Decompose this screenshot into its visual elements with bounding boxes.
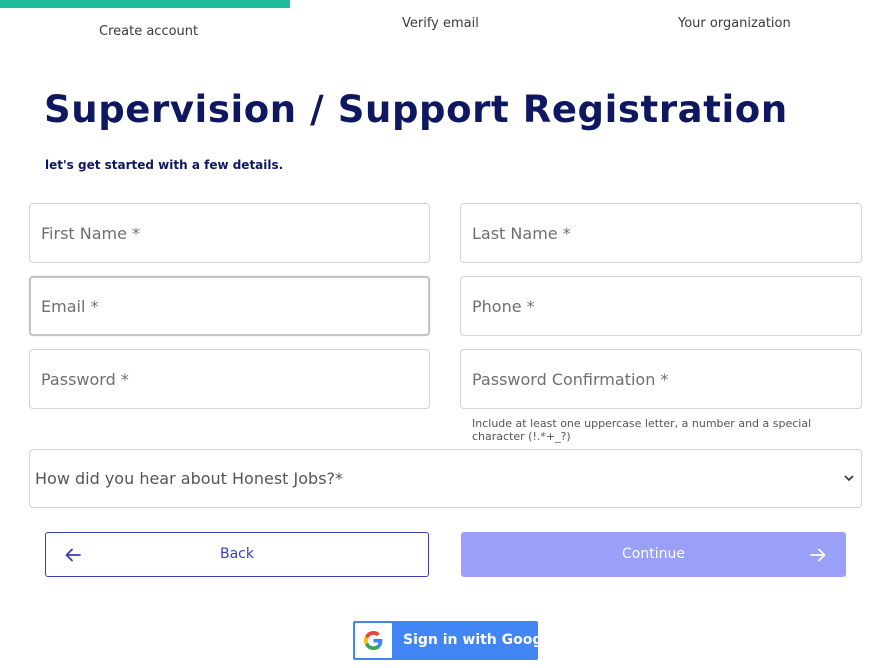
step-your-organization: Your organization — [678, 16, 791, 31]
step-verify-email: Verify email — [402, 16, 479, 31]
page-subtitle: let's get started with a few details. — [45, 158, 284, 172]
email-field[interactable] — [29, 276, 430, 336]
page-title: Supervision / Support Registration — [44, 88, 788, 131]
phone-field[interactable] — [460, 276, 862, 336]
google-logo-icon — [364, 631, 383, 650]
continue-button-label: Continue — [622, 546, 685, 562]
last-name-field[interactable] — [460, 203, 862, 263]
password-hint: Include at least one uppercase letter, a… — [472, 417, 812, 443]
password-field[interactable] — [29, 349, 430, 409]
first-name-field[interactable] — [29, 203, 430, 263]
google-sign-in-label: Sign in with Google — [403, 632, 557, 648]
back-button[interactable]: Back — [45, 532, 429, 577]
back-button-label: Back — [220, 546, 254, 562]
continue-button[interactable]: Continue — [461, 532, 846, 577]
google-sign-in-button[interactable]: Sign in with Google — [353, 621, 557, 660]
step-progress-bar — [0, 0, 290, 8]
chevron-down-icon — [844, 475, 854, 482]
referral-select-value: How did you hear about Honest Jobs?* — [35, 469, 344, 488]
step-create-account: Create account — [99, 24, 199, 39]
referral-select[interactable]: How did you hear about Honest Jobs?* — [29, 449, 862, 508]
password-confirmation-field[interactable] — [460, 349, 862, 409]
google-logo-container — [355, 623, 392, 658]
arrow-right-icon — [810, 548, 826, 562]
